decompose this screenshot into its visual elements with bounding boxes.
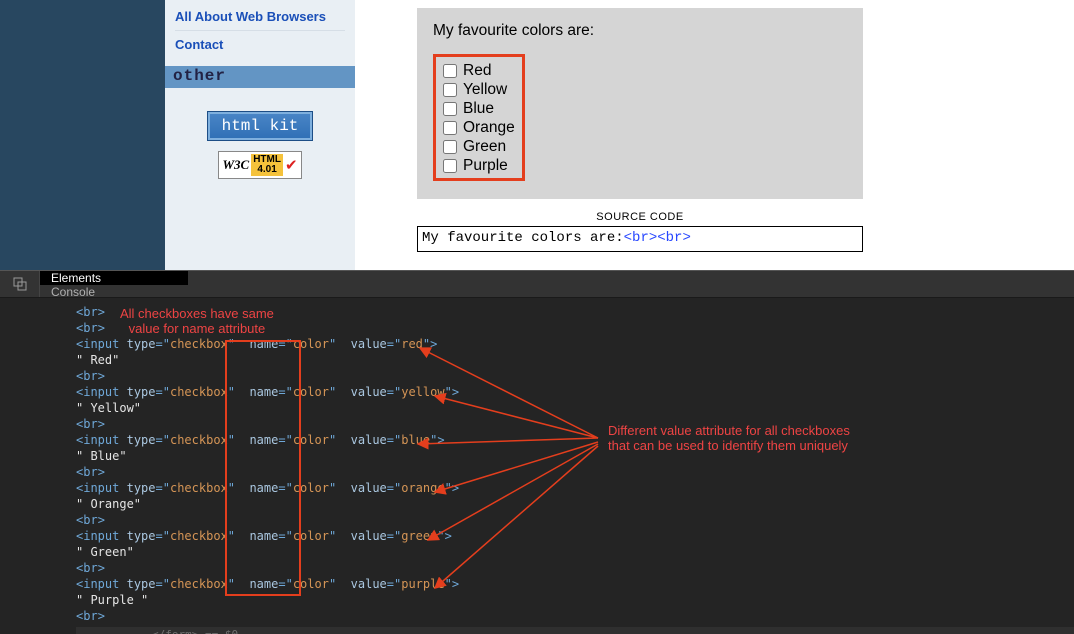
devtools-tab-elements[interactable]: Elements [40, 271, 188, 285]
code-text-purple[interactable]: " Purple " [76, 592, 1074, 608]
code-br[interactable]: <br> [76, 368, 1074, 384]
label-purple: Purple [463, 157, 508, 175]
code-input-purple[interactable]: <input type="checkbox" name="color" valu… [76, 576, 1074, 592]
checkmark-icon: ✔ [285, 156, 298, 174]
code-input-yellow[interactable]: <input type="checkbox" name="color" valu… [76, 384, 1074, 400]
devtools-panel: ElementsConsoleSourcesNetworkPerformance… [0, 270, 1074, 634]
code-text-green[interactable]: " Green" [76, 544, 1074, 560]
checkbox-blue[interactable] [443, 102, 457, 116]
color-form-panel: My favourite colors are: Red Yellow Blue… [417, 8, 863, 199]
w3c-logo-text: W3C [222, 157, 249, 173]
code-input-red[interactable]: <input type="checkbox" name="color" valu… [76, 336, 1074, 352]
sidebar-section-other: other [165, 66, 355, 88]
annotation-diff-value: Different value attribute for all checkb… [608, 423, 850, 453]
color-option-orange[interactable]: Orange [443, 119, 515, 137]
color-option-purple[interactable]: Purple [443, 157, 515, 175]
code-br[interactable]: <br> [76, 608, 1074, 624]
checkbox-highlight-box: Red Yellow Blue Orange Green Purple [433, 54, 525, 181]
code-form-close[interactable]: </form> == $0 [76, 627, 1074, 634]
badge-htmlkit[interactable]: html kit [207, 111, 314, 141]
source-code-heading: SOURCE CODE [417, 211, 863, 223]
code-br[interactable]: <br> [76, 464, 1074, 480]
code-br[interactable]: <br> [76, 512, 1074, 528]
label-orange: Orange [463, 119, 515, 137]
code-br[interactable]: <br> [76, 560, 1074, 576]
code-input-blue[interactable]: <input type="checkbox" name="color" valu… [76, 432, 1074, 448]
code-text-blue[interactable]: " Blue" [76, 448, 1074, 464]
checkbox-orange[interactable] [443, 121, 457, 135]
sidebar-link-browsers[interactable]: All About Web Browsers [175, 3, 345, 30]
source-text: My favourite colors are: [422, 230, 624, 246]
devtools-tabbar: ElementsConsoleSourcesNetworkPerformance… [0, 270, 1074, 298]
form-prompt: My favourite colors are: [433, 22, 847, 40]
label-red: Red [463, 62, 491, 80]
color-option-blue[interactable]: Blue [443, 100, 515, 118]
label-yellow: Yellow [463, 81, 507, 99]
source-code-box: My favourite colors are:<br><br> [417, 226, 863, 252]
code-text-orange[interactable]: " Orange" [76, 496, 1074, 512]
checkbox-purple[interactable] [443, 159, 457, 173]
w3c-ver-label: 4.01 [253, 165, 281, 175]
checkbox-yellow[interactable] [443, 83, 457, 97]
label-green: Green [463, 138, 506, 156]
code-text-yellow[interactable]: " Yellow" [76, 400, 1074, 416]
badge-w3c-html401[interactable]: W3C HTML 4.01 ✔ [218, 151, 301, 179]
source-br-tags: <br><br> [624, 230, 691, 246]
color-option-red[interactable]: Red [443, 62, 515, 80]
code-br[interactable]: <br> [76, 416, 1074, 432]
code-input-green[interactable]: <input type="checkbox" name="color" valu… [76, 528, 1074, 544]
devtools-tab-console[interactable]: Console [40, 285, 188, 299]
color-option-yellow[interactable]: Yellow [443, 81, 515, 99]
code-text-red[interactable]: " Red" [76, 352, 1074, 368]
checkbox-red[interactable] [443, 64, 457, 78]
inspect-icon[interactable] [0, 271, 40, 297]
annotation-same-name: All checkboxes have same value for name … [120, 306, 274, 336]
page-content: My favourite colors are: Red Yellow Blue… [355, 0, 1074, 270]
page-gutter [0, 0, 165, 270]
devtools-elements-body[interactable]: <br><br><input type="checkbox" name="col… [0, 298, 1074, 634]
color-option-green[interactable]: Green [443, 138, 515, 156]
sidebar: All About Web Browsers Contact other htm… [165, 0, 355, 270]
code-input-orange[interactable]: <input type="checkbox" name="color" valu… [76, 480, 1074, 496]
checkbox-green[interactable] [443, 140, 457, 154]
label-blue: Blue [463, 100, 494, 118]
sidebar-link-contact[interactable]: Contact [175, 30, 345, 58]
